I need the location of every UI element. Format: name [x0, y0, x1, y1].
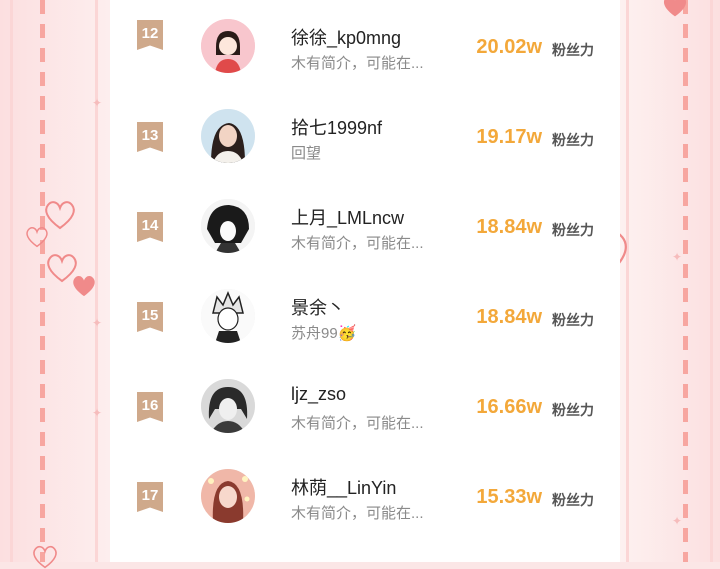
user-name[interactable]: 徐徐_kp0mng	[291, 24, 401, 50]
fan-power-count: 18.84w	[476, 216, 542, 238]
sparkle-icon: ✦	[92, 406, 103, 420]
list-item[interactable]: 13 拾七1999nf 回望 19.17w 粉丝力	[110, 90, 620, 180]
list-item[interactable]: 14 上月_LMLncw 木有简介，可能在... 18.84w 粉丝力	[110, 180, 620, 270]
heart-outline-icon	[26, 227, 48, 248]
user-bio: 木有简介，可能在...	[291, 235, 424, 252]
avatar[interactable]	[201, 109, 255, 163]
user-bio: 回望	[291, 145, 322, 162]
avatar[interactable]	[201, 199, 255, 253]
list-item[interactable]: 12 徐徐_kp0mng 木有简介，可能在... 20.02w 粉丝力	[110, 0, 620, 90]
avatar[interactable]	[201, 289, 255, 343]
user-name[interactable]: 上月_LMLncw	[291, 204, 404, 230]
heart-filled-icon	[73, 276, 95, 297]
fan-power-count: 16.66w	[476, 396, 542, 418]
rank-badge: 17	[137, 482, 163, 512]
fan-power-label: 粉丝力	[552, 222, 594, 238]
rank-badge: 15	[137, 302, 163, 332]
rank-badge: 12	[137, 20, 163, 50]
list-item[interactable]: 17 林荫__LinYin 木有简介，可能在... 15.33w 粉丝力	[110, 450, 620, 540]
avatar[interactable]	[201, 469, 255, 523]
fan-power-label: 粉丝力	[552, 402, 594, 418]
leaderboard-list: 12 徐徐_kp0mng 木有简介，可能在... 20.02w 粉丝力 13 拾…	[110, 0, 620, 562]
fan-power-count: 18.84w	[476, 306, 542, 328]
fan-power-label: 粉丝力	[552, 492, 594, 508]
fan-power-count: 15.33w	[476, 486, 542, 508]
sparkle-icon: ✦	[92, 316, 103, 330]
user-bio: 木有简介，可能在...	[291, 415, 424, 432]
right-decorative-frame	[620, 0, 720, 562]
fan-power-label: 粉丝力	[552, 42, 594, 58]
sparkle-icon: ✦	[672, 250, 683, 264]
user-name[interactable]: 林荫__LinYin	[291, 474, 396, 500]
fan-power-count: 19.17w	[476, 126, 542, 148]
list-item[interactable]: 16 ljz_zso 木有简介，可能在... 16.66w 粉丝力	[110, 360, 620, 450]
user-name[interactable]: 拾七1999nf	[291, 114, 382, 140]
heart-outline-icon	[33, 545, 57, 569]
user-bio: 木有简介，可能在...	[291, 55, 424, 72]
sparkle-icon: ✦	[672, 514, 683, 528]
user-bio: 木有简介，可能在...	[291, 505, 424, 522]
user-name[interactable]: ljz_zso	[291, 384, 346, 405]
user-bio: 苏舟99🥳	[291, 325, 357, 342]
list-item[interactable]: 15 景余丶 苏舟99🥳 18.84w 粉丝力	[110, 270, 620, 360]
rank-badge: 16	[137, 392, 163, 422]
avatar[interactable]	[201, 379, 255, 433]
user-name[interactable]: 景余丶	[291, 294, 345, 320]
sparkle-icon: ✦	[92, 96, 103, 110]
avatar[interactable]	[201, 19, 255, 73]
rank-badge: 13	[137, 122, 163, 152]
rank-badge: 14	[137, 212, 163, 242]
heart-filled-icon	[663, 0, 687, 17]
fan-power-count: 20.02w	[476, 36, 542, 58]
fan-power-label: 粉丝力	[552, 132, 594, 148]
fan-power-label: 粉丝力	[552, 312, 594, 328]
